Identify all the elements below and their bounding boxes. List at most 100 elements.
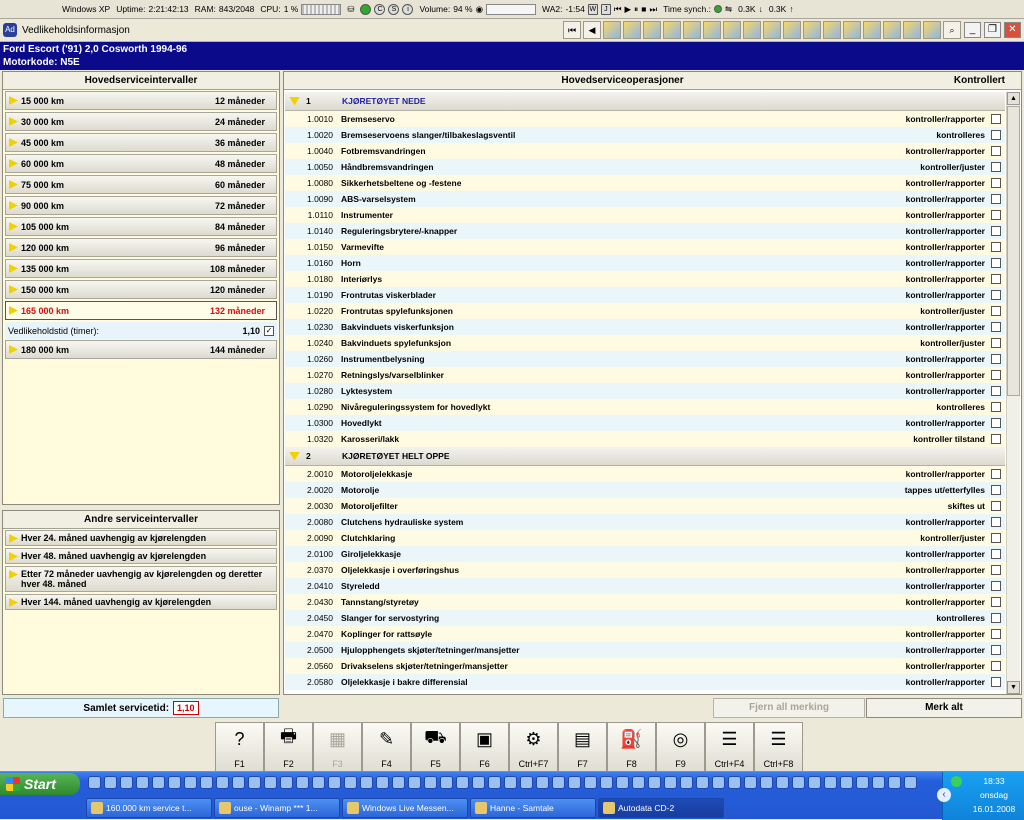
operation-row[interactable]: 1.0260 Instrumentbelysning kontroller/rapp… <box>285 351 1005 367</box>
quicklaunch-icon-42[interactable] <box>744 776 757 789</box>
network-icon[interactable]: ⇋ <box>725 4 732 15</box>
media-play-icon[interactable]: ▶ <box>624 4 631 15</box>
quicklaunch-icon-6[interactable] <box>168 776 181 789</box>
operation-checkbox[interactable] <box>991 434 1001 444</box>
toolbar-button-14[interactable] <box>863 21 881 39</box>
operation-row[interactable]: 1.0150 Varmevifte kontroller/rapporter <box>285 239 1005 255</box>
operation-row[interactable]: 1.0180 Interiørlys kontroller/rapporter <box>285 271 1005 287</box>
operation-row[interactable]: 1.0080 Sikkerhetsbeltene og -festene kontr… <box>285 175 1005 191</box>
quicklaunch-icon-29[interactable] <box>536 776 549 789</box>
c-circle-icon[interactable]: C <box>374 3 386 15</box>
operation-checkbox[interactable] <box>991 274 1001 284</box>
operation-checkbox[interactable] <box>991 629 1001 639</box>
operation-checkbox[interactable] <box>991 469 1001 479</box>
toolbar-button-8[interactable] <box>743 21 761 39</box>
quicklaunch-icon-5[interactable] <box>152 776 165 789</box>
operation-row[interactable]: 1.0040 Fotbremsvandringen kontroller/rappo… <box>285 143 1005 159</box>
quicklaunch-icon-46[interactable] <box>808 776 821 789</box>
operation-checkbox[interactable] <box>991 418 1001 428</box>
toolbar-button-17[interactable] <box>923 21 941 39</box>
interval-row[interactable]: 165 000 km 132 måneder <box>5 301 277 320</box>
operation-row[interactable]: 2.0500 Hjulopphengets skjøter/tetninger/m… <box>285 642 1005 658</box>
restore-icon[interactable]: ❐ <box>984 22 1001 38</box>
quicklaunch-icon-9[interactable] <box>216 776 229 789</box>
close-icon[interactable]: ✕ <box>1004 22 1021 38</box>
interval-row[interactable]: 90 000 km 72 måneder <box>5 196 277 215</box>
media-next-icon[interactable]: ⏭ <box>649 4 657 15</box>
operation-row[interactable]: 2.0030 Motoroljefilter skiftes ut <box>285 498 1005 514</box>
operation-checkbox[interactable] <box>991 226 1001 236</box>
operation-row[interactable]: 1.0160 Horn kontroller/rapporter <box>285 255 1005 271</box>
fkey-f5[interactable]: ⛟ F5 <box>411 722 460 772</box>
operation-checkbox[interactable] <box>991 354 1001 364</box>
quicklaunch-icon-14[interactable] <box>296 776 309 789</box>
quicklaunch-icon-4[interactable] <box>136 776 149 789</box>
quicklaunch-icon-41[interactable] <box>728 776 741 789</box>
media-stop-icon[interactable]: ■ <box>641 4 646 14</box>
minimize-icon[interactable]: _ <box>964 22 981 38</box>
quicklaunch-icon-28[interactable] <box>520 776 533 789</box>
status-circle-icon[interactable] <box>360 3 372 15</box>
quicklaunch-icon-51[interactable] <box>888 776 901 789</box>
operation-checkbox[interactable] <box>991 677 1001 687</box>
operation-checkbox[interactable] <box>991 290 1001 300</box>
operation-row[interactable]: 2.0080 Clutchens hydrauliske system kontro… <box>285 514 1005 530</box>
quicklaunch-icon-38[interactable] <box>680 776 693 789</box>
interval-row[interactable]: 45 000 km 36 måneder <box>5 133 277 152</box>
operation-row[interactable]: 2.0430 Tannstang/styretøy kontroller/rappo… <box>285 594 1005 610</box>
quicklaunch-icon-30[interactable] <box>552 776 565 789</box>
interval-row[interactable]: 135 000 km 108 måneder <box>5 259 277 278</box>
quicklaunch-icon-25[interactable] <box>472 776 485 789</box>
operations-scrollbar[interactable]: ▲ ▼ <box>1006 92 1020 694</box>
quicklaunch-icon-48[interactable] <box>840 776 853 789</box>
toolbar-button-16[interactable] <box>903 21 921 39</box>
tray-expand-icon[interactable]: ‹ <box>937 788 951 802</box>
taskbar-task[interactable]: Autodata CD-2 <box>598 798 724 818</box>
operation-row[interactable]: 1.0220 Frontrutas spylefunksjonen kontroll… <box>285 303 1005 319</box>
fkey-ctrl-f7[interactable]: ⚙ Ctrl+F7 <box>509 722 558 772</box>
quicklaunch-icon-40[interactable] <box>712 776 725 789</box>
operation-checkbox[interactable] <box>991 146 1001 156</box>
wa2-w-button[interactable]: W <box>587 3 598 15</box>
operation-checkbox[interactable] <box>991 565 1001 575</box>
operation-row[interactable]: 1.0300 Hovedlykt kontroller/rapporter <box>285 415 1005 431</box>
quicklaunch-icon-8[interactable] <box>200 776 213 789</box>
quicklaunch-icon-49[interactable] <box>856 776 869 789</box>
operation-checkbox[interactable] <box>991 501 1001 511</box>
toolbar-button-2[interactable] <box>623 21 641 39</box>
toolbar-button-12[interactable] <box>823 21 841 39</box>
drive-icon[interactable]: ⛁ <box>347 4 354 15</box>
quicklaunch-icon-1[interactable] <box>88 776 101 789</box>
mark-all-button[interactable]: Merk alt <box>866 698 1022 718</box>
operation-checkbox[interactable] <box>991 402 1001 412</box>
quicklaunch-icon-18[interactable] <box>360 776 373 789</box>
taskbar-task[interactable]: ouse - Winamp *** 1... <box>214 798 340 818</box>
quicklaunch-icon-13[interactable] <box>280 776 293 789</box>
toolbar-button-5[interactable] <box>683 21 701 39</box>
messenger-tray-icon[interactable] <box>951 776 962 787</box>
toolbar-button-9[interactable] <box>763 21 781 39</box>
first-page-icon[interactable]: ⏮ <box>563 21 581 39</box>
operation-checkbox[interactable] <box>991 338 1001 348</box>
back-icon[interactable]: ◀ <box>583 21 601 39</box>
quicklaunch-icon-2[interactable] <box>104 776 117 789</box>
toolbar-button-3[interactable] <box>643 21 661 39</box>
operation-checkbox[interactable] <box>991 613 1001 623</box>
operation-checkbox[interactable] <box>991 178 1001 188</box>
operation-row[interactable]: 2.0410 Styreledd kontroller/rapporter <box>285 578 1005 594</box>
interval-row[interactable]: 120 000 km 96 måneder <box>5 238 277 257</box>
operation-checkbox[interactable] <box>991 322 1001 332</box>
quicklaunch-icon-15[interactable] <box>312 776 325 789</box>
operation-row[interactable]: 1.0190 Frontrutas viskerblader kontroller/… <box>285 287 1005 303</box>
interval-row[interactable]: 75 000 km 60 måneder <box>5 175 277 194</box>
fkey-ctrl-f4[interactable]: ☰ Ctrl+F4 <box>705 722 754 772</box>
operation-checkbox[interactable] <box>991 162 1001 172</box>
other-interval-row[interactable]: Hver 24. måned uavhengig av kjørelengden <box>5 530 277 546</box>
toolbar-button-1[interactable] <box>603 21 621 39</box>
quicklaunch-icon-52[interactable] <box>904 776 917 789</box>
volume-slider[interactable] <box>485 3 536 15</box>
media-prev-icon[interactable]: ⏮ <box>614 4 622 15</box>
operation-checkbox[interactable] <box>991 114 1001 124</box>
operation-row[interactable]: 1.0280 Lyktesystem kontroller/rapporter <box>285 383 1005 399</box>
operation-row[interactable]: 1.0290 Nivåreguleringssystem for hovedlyk… <box>285 399 1005 415</box>
